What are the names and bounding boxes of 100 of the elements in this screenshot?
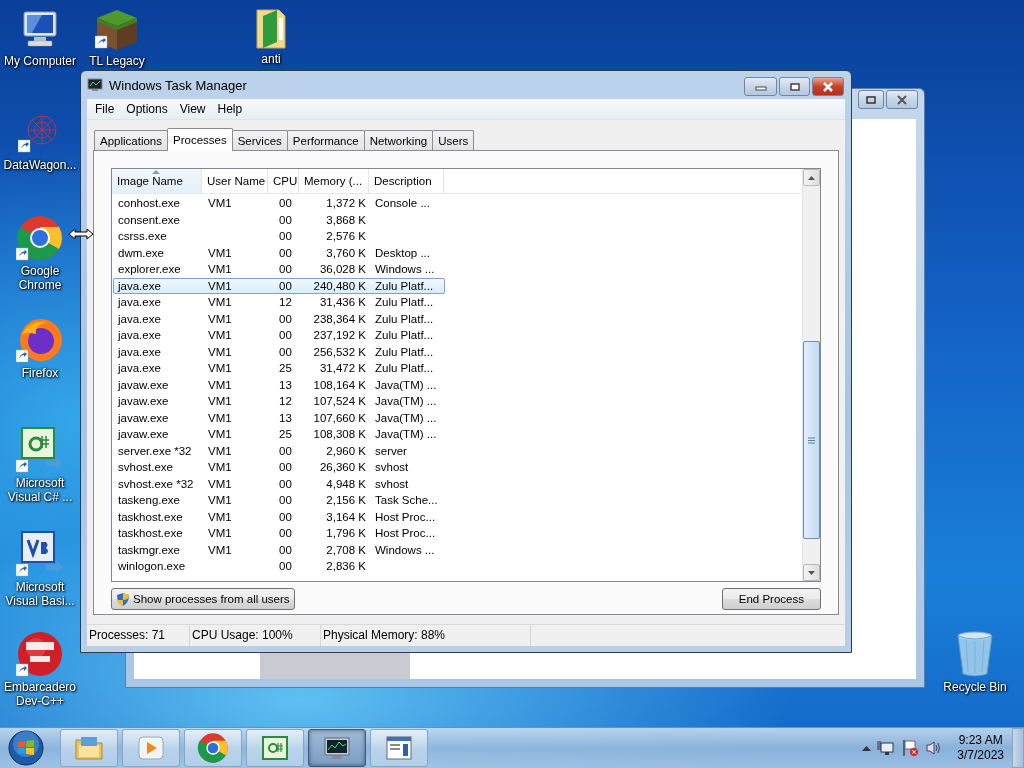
table-cell: 12 bbox=[279, 296, 292, 308]
table-cell: VM1 bbox=[208, 279, 232, 292]
table-cell: dwm.exe bbox=[118, 246, 165, 259]
process-row[interactable]: dwm.exe VM1 00 3,760 K Desktop ... bbox=[113, 244, 445, 261]
maximize-button[interactable] bbox=[779, 77, 810, 96]
process-row[interactable]: svhost.exe *32 VM1 00 4,948 K svhost bbox=[113, 475, 445, 492]
table-cell: 00 bbox=[279, 197, 292, 209]
process-row[interactable]: csrss.exe 00 2,576 K bbox=[113, 228, 445, 245]
table-cell: 00 bbox=[279, 444, 292, 457]
vb-icon[interactable] bbox=[16, 530, 64, 578]
table-cell: Desktop ... bbox=[375, 246, 430, 259]
table-cell: Windows ... bbox=[375, 263, 435, 275]
process-row[interactable]: java.exe VM1 12 31,436 K Zulu Platf... bbox=[113, 294, 445, 311]
close-button[interactable] bbox=[886, 90, 918, 109]
end-process-button[interactable]: End Process bbox=[721, 588, 821, 610]
grass-block-icon[interactable] bbox=[95, 8, 139, 52]
chrome-icon[interactable] bbox=[16, 214, 64, 262]
csharp-icon[interactable] bbox=[16, 426, 64, 474]
table-cell: 26,360 K bbox=[319, 461, 366, 473]
column-header[interactable]: Image Name bbox=[112, 169, 202, 193]
tab[interactable]: Applications bbox=[94, 130, 168, 150]
maximize-icon bbox=[866, 95, 876, 104]
tab[interactable]: Services bbox=[231, 130, 288, 150]
icon-label: anti bbox=[260, 52, 282, 66]
table-cell: 3,868 K bbox=[326, 213, 366, 226]
process-row[interactable]: javaw.exe VM1 13 107,660 K Java(TM) ... bbox=[113, 409, 445, 426]
menu-item[interactable]: File bbox=[89, 102, 121, 116]
csharp-icon bbox=[260, 734, 290, 762]
clock[interactable]: 9:23 AM 3/7/2023 bbox=[957, 733, 1004, 763]
caret-up-icon[interactable] bbox=[862, 745, 872, 751]
process-row[interactable]: javaw.exe VM1 12 107,524 K Java(TM) ... bbox=[113, 393, 445, 410]
dev-cpp-icon[interactable] bbox=[16, 630, 64, 678]
process-row[interactable]: svhost.exe VM1 00 26,360 K svhost bbox=[113, 459, 445, 476]
process-row[interactable]: taskhost.exe VM1 00 3,164 K Host Proc... bbox=[113, 508, 445, 525]
table-cell: taskmgr.exe bbox=[118, 543, 180, 556]
icon-label: DataWagon... bbox=[2, 158, 78, 172]
process-row[interactable]: winlogon.exe 00 2,836 K bbox=[113, 558, 445, 575]
process-row[interactable]: explorer.exe VM1 00 36,028 K Windows ... bbox=[113, 261, 445, 278]
table-cell: 2,836 K bbox=[326, 560, 366, 572]
network-icon[interactable] bbox=[877, 740, 896, 756]
taskbar-button[interactable] bbox=[370, 729, 428, 767]
table-cell: 00 bbox=[279, 230, 292, 242]
table-cell: javaw.exe bbox=[118, 428, 169, 440]
table-cell: 25 bbox=[279, 428, 292, 440]
table-cell: csrss.exe bbox=[118, 230, 167, 242]
table-cell: 13 bbox=[279, 378, 292, 391]
process-row[interactable]: server.exe *32 VM1 00 2,960 K server bbox=[113, 442, 445, 459]
table-cell: winlogon.exe bbox=[118, 560, 186, 572]
menu-item[interactable]: Options bbox=[120, 102, 174, 116]
table-cell: 2,576 K bbox=[326, 230, 366, 242]
table-cell: svhost bbox=[375, 477, 409, 490]
table-cell: Zulu Platf... bbox=[375, 279, 434, 292]
table-cell: 3,164 K bbox=[326, 510, 366, 523]
minimize-button[interactable] bbox=[744, 77, 777, 96]
table-cell: java.exe bbox=[118, 279, 161, 292]
tab[interactable]: Users bbox=[432, 130, 475, 150]
table-cell: VM1 bbox=[208, 543, 232, 556]
tab[interactable]: Networking bbox=[363, 130, 434, 150]
process-row[interactable]: java.exe VM1 00 238,364 K Zulu Platf... bbox=[113, 310, 445, 327]
folder-icon bbox=[74, 734, 104, 762]
process-row[interactable]: javaw.exe VM1 13 108,164 K Java(TM) ... bbox=[113, 376, 445, 393]
process-row[interactable]: taskeng.exe VM1 00 2,156 K Task Sche... bbox=[113, 492, 445, 509]
scroll-down-button[interactable] bbox=[803, 564, 820, 581]
scroll-up-button[interactable] bbox=[803, 169, 820, 186]
start-button[interactable] bbox=[6, 730, 46, 766]
show-all-users-button[interactable]: Show processes from all users bbox=[111, 588, 295, 610]
process-row[interactable]: java.exe VM1 00 237,192 K Zulu Platf... bbox=[113, 327, 445, 344]
firefox-icon[interactable] bbox=[16, 316, 64, 364]
table-cell: taskhost.exe bbox=[118, 510, 183, 523]
scroll-thumb[interactable] bbox=[803, 341, 820, 539]
close-button[interactable] bbox=[812, 77, 844, 96]
table-cell: Zulu Platf... bbox=[375, 362, 434, 374]
table-cell: 31,436 K bbox=[319, 296, 366, 308]
window-title: Windows Task Manager bbox=[109, 77, 247, 93]
media-player-icon bbox=[136, 734, 166, 762]
process-row[interactable]: java.exe VM1 00 256,532 K Zulu Platf... bbox=[113, 343, 445, 360]
process-row[interactable]: consent.exe 00 3,868 K bbox=[113, 211, 445, 228]
flag-icon[interactable] bbox=[901, 739, 920, 757]
process-row[interactable]: javaw.exe VM1 25 108,308 K Java(TM) ... bbox=[113, 426, 445, 443]
menu-item[interactable]: Help bbox=[211, 102, 249, 116]
taskbar-button[interactable] bbox=[308, 729, 366, 767]
table-cell: java.exe bbox=[118, 329, 161, 341]
process-row[interactable]: taskmgr.exe VM1 00 2,708 K Windows ... bbox=[113, 541, 445, 558]
table-cell: VM1 bbox=[208, 378, 232, 391]
tab[interactable]: Performance bbox=[286, 130, 365, 150]
process-row[interactable]: conhost.exe VM1 00 1,372 K Console ... bbox=[113, 195, 445, 212]
window-icon bbox=[384, 734, 414, 762]
table-cell: java.exe bbox=[118, 345, 161, 358]
clock-time: 9:23 AM bbox=[958, 733, 1003, 748]
process-row[interactable]: java.exe VM1 00 240,480 K Zulu Platf... bbox=[113, 277, 445, 294]
table-cell: 00 bbox=[279, 527, 292, 539]
table-cell: 00 bbox=[279, 461, 292, 473]
process-row[interactable]: java.exe VM1 25 31,472 K Zulu Platf... bbox=[113, 360, 445, 377]
table-cell: 13 bbox=[279, 411, 292, 424]
process-row[interactable]: taskhost.exe VM1 00 1,796 K Host Proc... bbox=[113, 525, 445, 542]
maximize-button[interactable] bbox=[858, 90, 884, 109]
table-cell: 240,480 K bbox=[313, 279, 366, 292]
table-cell: VM1 bbox=[208, 312, 232, 325]
tab[interactable]: Processes bbox=[167, 128, 233, 151]
menu-item[interactable]: View bbox=[173, 102, 212, 116]
